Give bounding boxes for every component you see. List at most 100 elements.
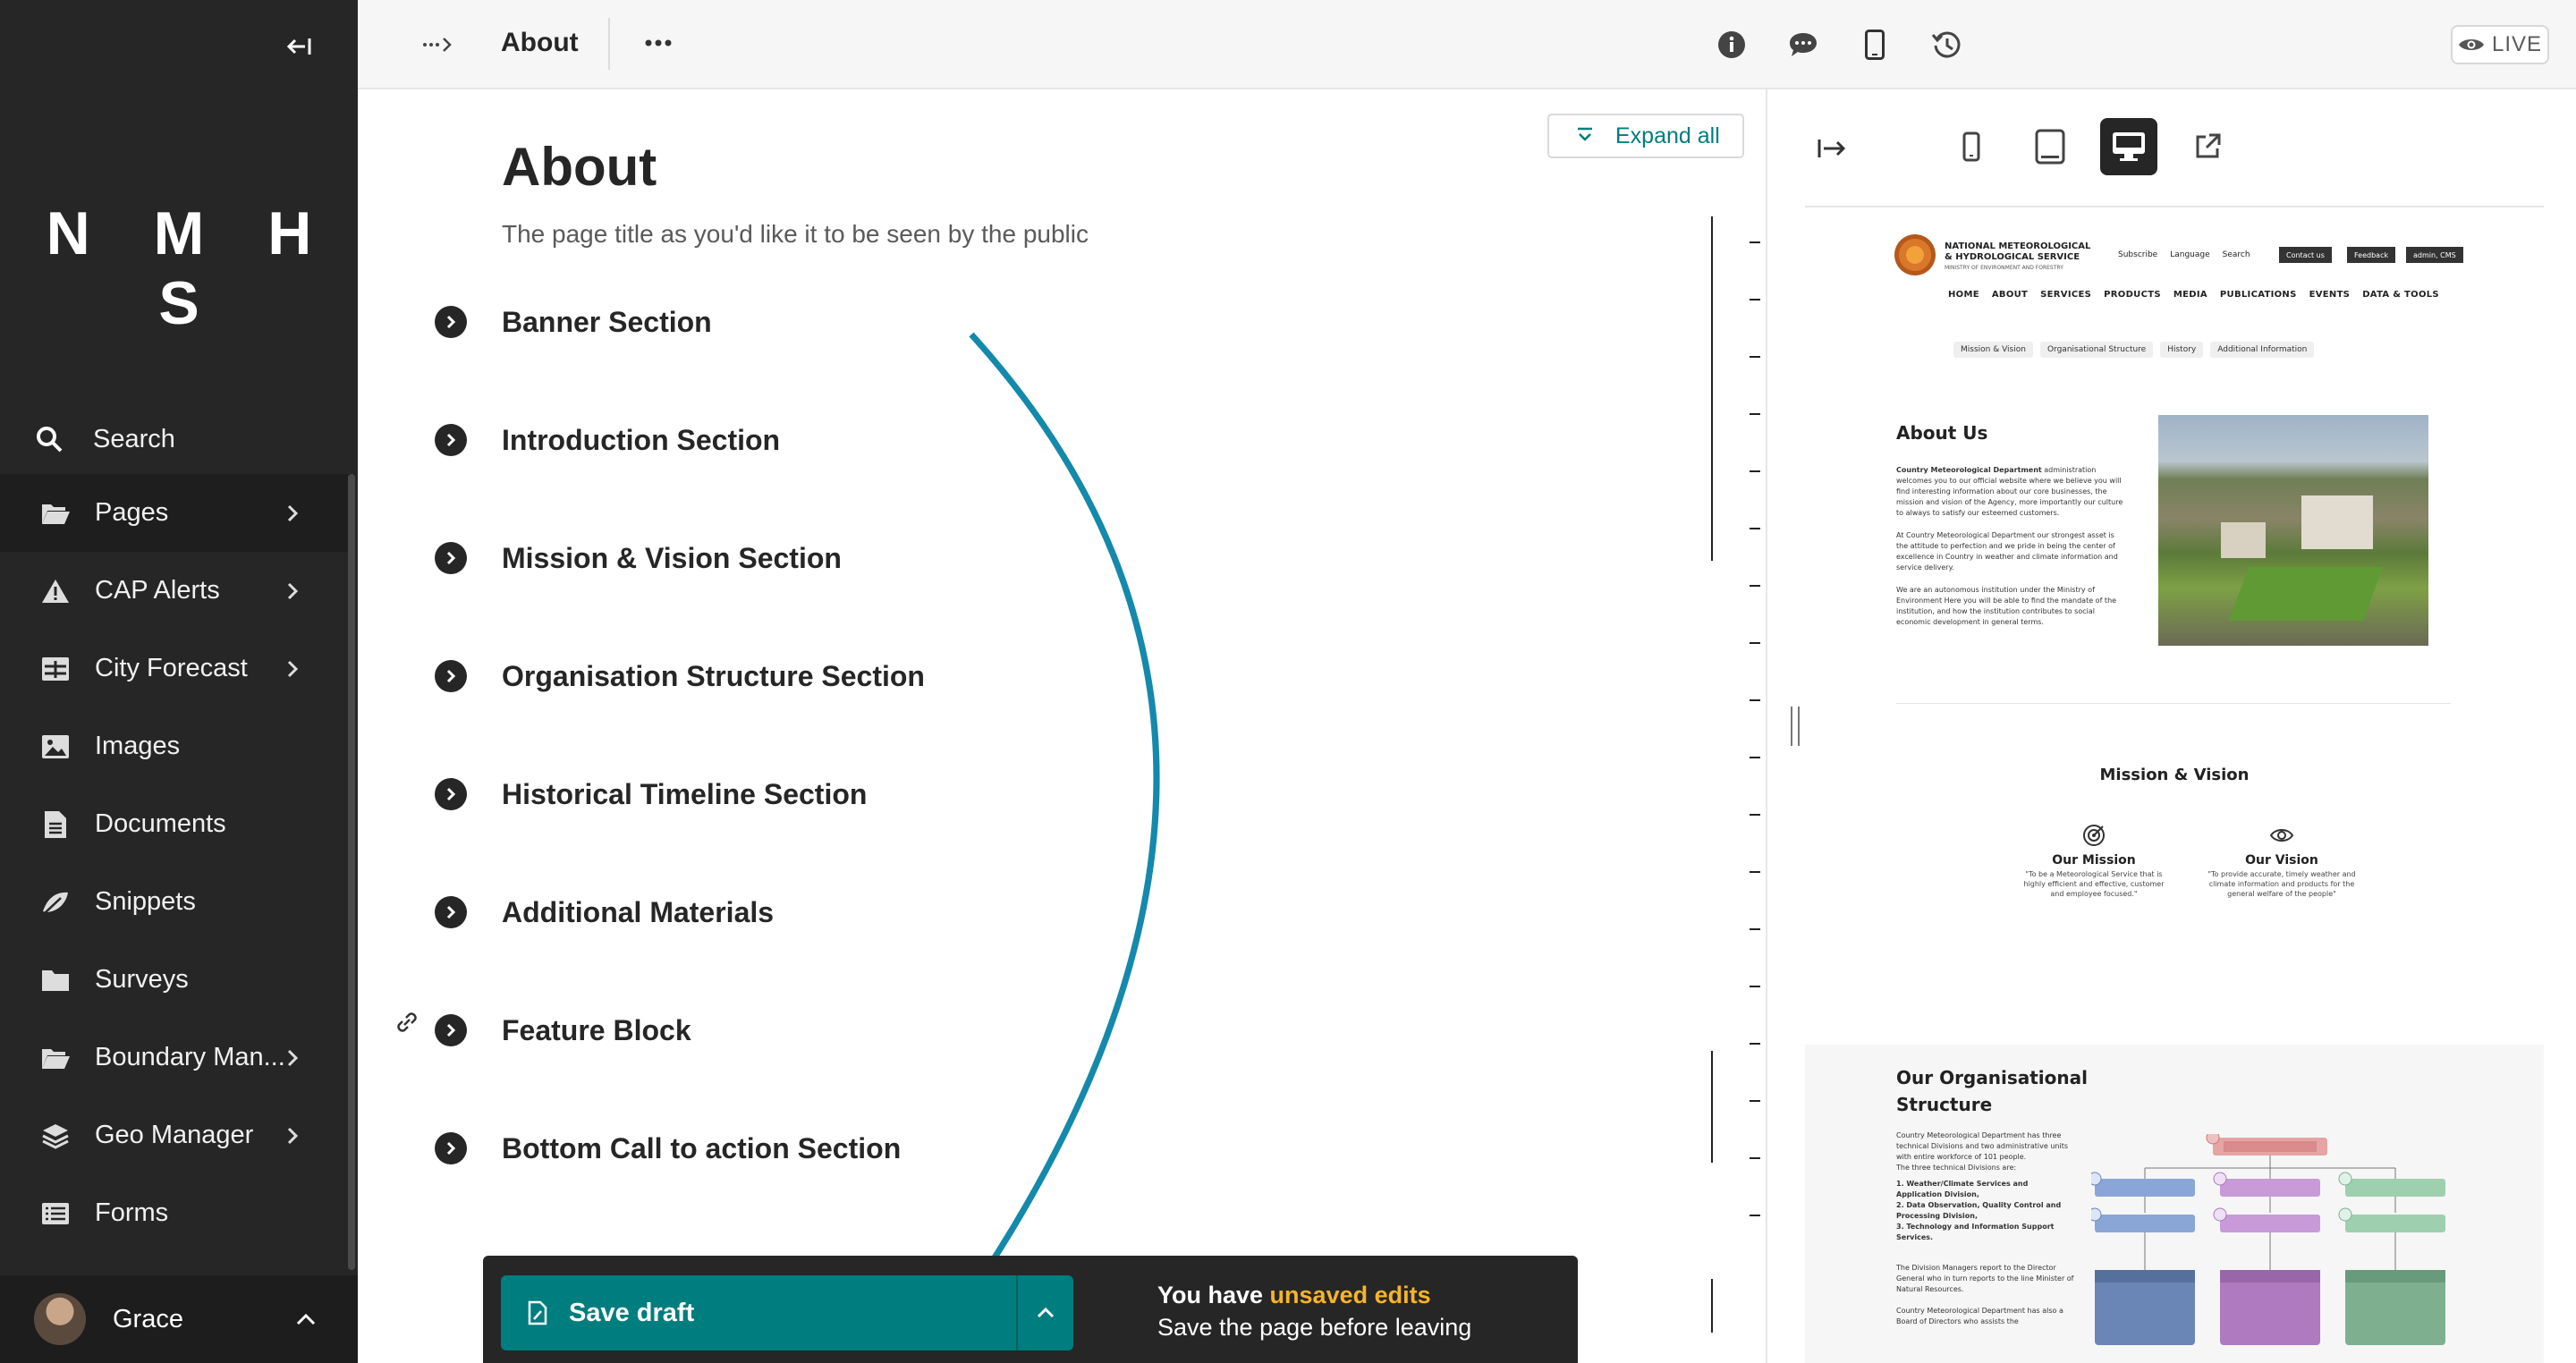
annotation-arc	[969, 332, 1160, 1295]
image-icon	[39, 731, 72, 763]
site-nav-item[interactable]: PUBLICATIONS	[2220, 290, 2297, 300]
expand-all-button[interactable]: Expand all	[1547, 114, 1744, 158]
section-row[interactable]: Organisation Structure Section	[435, 654, 925, 698]
save-draft-button[interactable]: Save draft	[501, 1275, 1073, 1350]
section-row[interactable]: Banner Section	[435, 300, 712, 344]
sidebar-item-documents[interactable]: Documents	[0, 785, 354, 863]
snippet-icon	[39, 886, 72, 919]
live-status-badge[interactable]: LIVE	[2451, 25, 2549, 64]
section-row[interactable]: Introduction Section	[435, 418, 780, 462]
section-title: Organisation Structure Section	[502, 659, 925, 692]
app-logo[interactable]: N M H S	[0, 199, 358, 338]
site-about-paragraph: Country Meteorological Department admini…	[1896, 466, 2123, 517]
expand-section-icon[interactable]	[435, 542, 467, 574]
preview-desktop-button[interactable]	[2100, 118, 2157, 175]
collapse-left-icon	[286, 38, 311, 55]
account-name: Grace	[113, 1304, 183, 1333]
site-mission-card: Our Mission "To be a Meteorological Serv…	[2018, 823, 2170, 899]
sidebar-item-cap-alerts[interactable]: CAP Alerts	[0, 552, 354, 630]
site-org-paragraph: Country Meteorological Department has th…	[1896, 1131, 2069, 1161]
site-chip[interactable]: History	[2160, 342, 2204, 358]
site-mission-vision-heading: Mission & Vision	[2099, 766, 2250, 784]
minimap-tick	[1750, 1215, 1760, 1216]
site-language-link[interactable]: Language	[2170, 250, 2209, 259]
expand-section-icon[interactable]	[435, 660, 467, 692]
minimap-tick	[1750, 470, 1760, 472]
history-button[interactable]	[1928, 27, 1964, 63]
sidebar-scrollbar[interactable]	[348, 474, 355, 1270]
chevron-right-icon	[286, 656, 304, 682]
title-help-text: The page title as you'd like it to be se…	[502, 220, 1089, 248]
minimap-tick	[1750, 928, 1760, 930]
section-row[interactable]: Bottom Call to action Section	[435, 1126, 901, 1171]
close-preview-button[interactable]	[1812, 129, 1852, 168]
preview-frame[interactable]: NATIONAL METEOROLOGICAL & HYDROLOGICAL S…	[1805, 215, 2544, 1363]
expand-icon	[1578, 127, 1592, 141]
sidebar-item-snippets[interactable]: Snippets	[0, 863, 354, 941]
page-title-field[interactable]: About	[502, 136, 657, 198]
breadcrumb-current-page[interactable]: About	[501, 28, 579, 58]
site-nav-item[interactable]: EVENTS	[2309, 290, 2351, 300]
link-icon[interactable]	[394, 1009, 420, 1036]
expand-section-icon[interactable]	[435, 1132, 467, 1164]
site-nav-item[interactable]: MEDIA	[2174, 290, 2207, 300]
expand-section-icon[interactable]	[435, 1014, 467, 1046]
sidebar-item-pages[interactable]: Pages	[0, 474, 354, 552]
unsaved-message: You have unsaved edits Save the page bef…	[1157, 1279, 1471, 1343]
preview-resize-handle[interactable]	[1791, 707, 1800, 746]
site-nav-item[interactable]: ABOUT	[1992, 290, 2028, 300]
preview-toggle-button[interactable]	[1857, 27, 1893, 63]
site-nav-item[interactable]: DATA & TOOLS	[2362, 290, 2439, 300]
account-menu[interactable]: Grace	[0, 1275, 358, 1363]
sidebar-item-surveys[interactable]: Surveys	[0, 941, 354, 1019]
more-save-actions-button[interactable]	[1016, 1275, 1073, 1350]
minimap[interactable]	[1708, 215, 1762, 1350]
document-icon	[39, 808, 72, 841]
sidebar-item-images[interactable]: Images	[0, 707, 354, 785]
mobile-device-icon	[1962, 131, 1980, 162]
comments-button[interactable]	[1785, 27, 1821, 63]
site-feedback-button[interactable]: Feedback	[2347, 247, 2396, 263]
sidebar-item-forms[interactable]: Forms	[0, 1174, 354, 1252]
expand-section-icon[interactable]	[435, 306, 467, 338]
section-row[interactable]: Additional Materials	[435, 890, 774, 935]
site-about-paragraph: At Country Meteorological Department our…	[1896, 531, 2118, 571]
breadcrumb-toggle[interactable]	[419, 27, 458, 63]
site-nav-item[interactable]: HOME	[1948, 290, 1979, 300]
site-chip[interactable]: Mission & Vision	[1953, 342, 2033, 358]
site-chip[interactable]: Additional Information	[2210, 342, 2315, 358]
sidebar-search[interactable]: Search	[36, 417, 175, 461]
minimap-tick	[1750, 413, 1760, 415]
site-nav-item[interactable]: PRODUCTS	[2104, 290, 2161, 300]
section-row[interactable]: Feature Block	[435, 1008, 691, 1053]
page-editor: Expand all About The page title as you'd…	[358, 89, 1766, 1363]
mobile-device-icon	[1865, 30, 1885, 60]
site-contact-button[interactable]: Contact us	[2279, 247, 2332, 263]
expand-section-icon[interactable]	[435, 424, 467, 456]
preview-tablet-button[interactable]	[2021, 118, 2079, 175]
site-chip[interactable]: Organisational Structure	[2039, 342, 2154, 358]
section-row[interactable]: Mission & Vision Section	[435, 536, 842, 580]
section-row[interactable]: Historical Timeline Section	[435, 772, 867, 817]
site-subscribe-link[interactable]: Subscribe	[2118, 250, 2157, 259]
preview-mobile-button[interactable]	[1943, 118, 2000, 175]
expand-section-icon[interactable]	[435, 778, 467, 810]
open-preview-new-tab-button[interactable]	[2179, 118, 2236, 175]
minimap-tick	[1750, 757, 1760, 758]
sidebar-item-geo-manager[interactable]: Geo Manager	[0, 1096, 354, 1174]
site-org-heading: Our Organisational Structure	[1896, 1067, 2088, 1115]
sidebar-menu: Pages CAP Alerts City Forecast Images Do…	[0, 474, 354, 1252]
page-actions-button[interactable]	[637, 25, 680, 61]
section-title: Additional Materials	[502, 895, 775, 928]
site-logo[interactable]	[1894, 234, 1936, 275]
collapse-sidebar-button[interactable]	[279, 27, 318, 66]
site-org-paragraph: The Division Managers report to the Dire…	[1896, 1264, 2074, 1293]
history-icon	[1931, 31, 1961, 58]
expand-section-icon[interactable]	[435, 896, 467, 928]
site-nav-item[interactable]: SERVICES	[2040, 290, 2091, 300]
info-button[interactable]	[1714, 27, 1750, 63]
site-search-link[interactable]: Search	[2223, 250, 2250, 259]
sidebar-item-boundary-manager[interactable]: Boundary Man...	[0, 1019, 354, 1096]
site-admin-button[interactable]: admin, CMS	[2406, 247, 2463, 263]
sidebar-item-city-forecast[interactable]: City Forecast	[0, 630, 354, 707]
